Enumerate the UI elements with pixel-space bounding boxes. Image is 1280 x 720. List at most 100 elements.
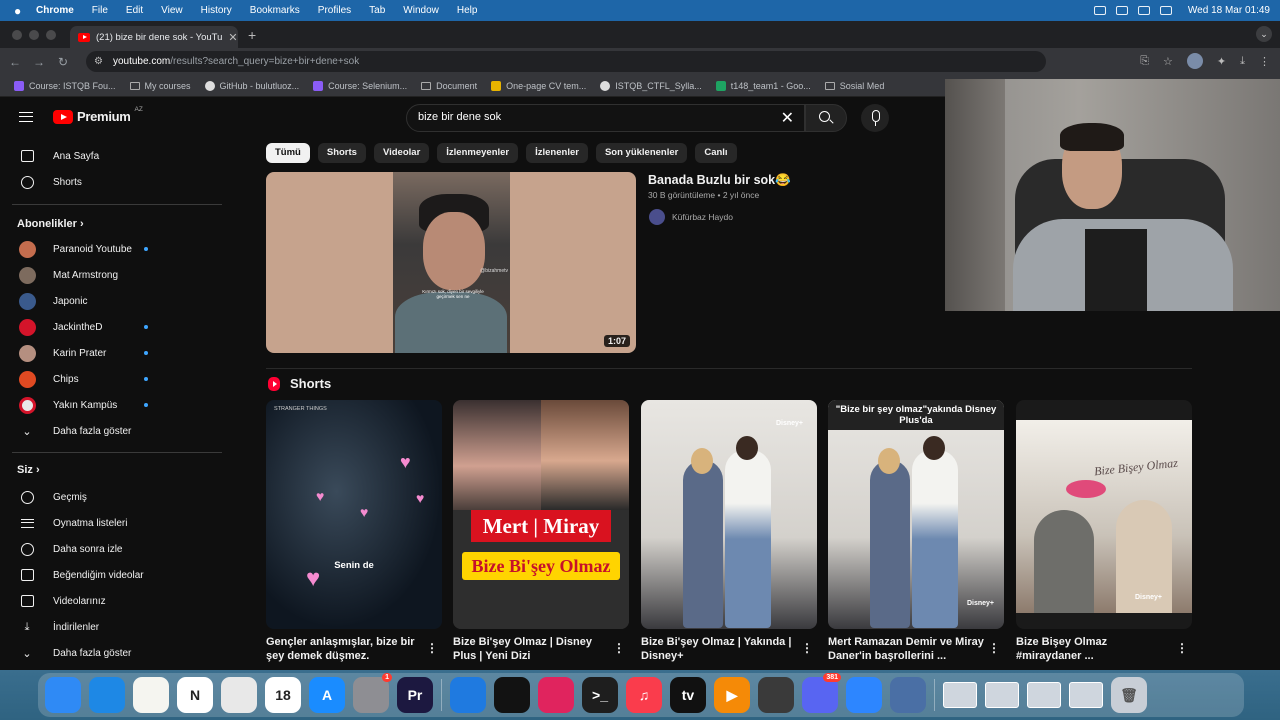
close-window-button[interactable]	[12, 29, 22, 40]
search-input[interactable]: bize bir dene sok ✕	[406, 104, 805, 132]
finder-dock-icon[interactable]	[45, 677, 81, 713]
calendar-dock-icon[interactable]: 18	[265, 677, 301, 713]
minimized-window-thumbnail[interactable]	[1069, 682, 1103, 708]
notes-dock-icon[interactable]	[133, 677, 169, 713]
discord-dock-icon[interactable]: 381	[802, 673, 841, 713]
menu-window[interactable]: Window	[403, 5, 439, 16]
obs-dock-icon[interactable]	[758, 677, 794, 713]
search-button[interactable]	[805, 104, 847, 132]
menu-file[interactable]: File	[92, 5, 108, 16]
back-button[interactable]: ←	[6, 55, 24, 69]
short-title[interactable]: Bize Bişey Olmaz #miraydaner ...	[1016, 635, 1172, 663]
bookmark-item[interactable]: Document	[421, 81, 477, 91]
sidebar-item-subscription[interactable]: JackintheD	[0, 314, 230, 340]
apple-icon[interactable]: ●	[14, 5, 26, 17]
clear-search-icon[interactable]: ✕	[781, 108, 794, 128]
chip-videos[interactable]: Videolar	[373, 143, 430, 163]
more-options-icon[interactable]: ⋮	[988, 641, 1000, 655]
short-thumbnail[interactable]: Disney+	[641, 400, 817, 629]
you-header[interactable]: Siz ›	[17, 464, 40, 476]
sidebar-item-downloads[interactable]: ⤓ İndirilenler	[0, 614, 230, 640]
bookmark-item[interactable]: ISTQB_CTFL_Sylla...	[600, 80, 702, 91]
minimized-window-thumbnail[interactable]	[943, 682, 977, 708]
disk-utility-dock-icon[interactable]	[890, 677, 926, 713]
bookmark-item[interactable]: Course: ISTQB Fou...	[14, 80, 116, 91]
system-settings-dock-icon[interactable]: 1	[353, 673, 392, 713]
menu-tab[interactable]: Tab	[369, 5, 385, 16]
chip-recently-uploaded[interactable]: Son yüklenenler	[595, 143, 688, 163]
bookmark-item[interactable]: t148_team1 - Goo...	[715, 80, 811, 91]
premiere-pro-dock-icon[interactable]: Pr	[397, 677, 433, 713]
youtube-premium-logo[interactable]: Premium AZ	[53, 106, 143, 124]
sidebar-item-watch-later[interactable]: Daha sonra izle	[0, 536, 230, 562]
chip-shorts[interactable]: Shorts	[317, 143, 366, 163]
short-title[interactable]: Gençler anlaşmışlar, bize bir şey demek …	[266, 635, 422, 663]
sidebar-item-shorts[interactable]: Shorts	[0, 169, 230, 195]
safari-dock-icon[interactable]	[89, 677, 125, 713]
music-dock-icon[interactable]: ♫	[626, 677, 662, 713]
menu-profiles[interactable]: Profiles	[318, 5, 351, 16]
short-title[interactable]: Bize Bi'şey Olmaz | Disney Plus | Yeni D…	[453, 635, 609, 663]
bookmark-item[interactable]: GitHub - bulutluoz...	[204, 80, 299, 91]
menu-bookmarks[interactable]: Bookmarks	[250, 5, 300, 16]
menu-hamburger-icon[interactable]	[19, 112, 33, 122]
minimize-window-button[interactable]	[29, 29, 39, 40]
new-tab-button[interactable]: +	[248, 27, 256, 43]
chrome-menu-icon[interactable]: ⋮	[1259, 55, 1270, 68]
notion-dock-icon[interactable]: N	[177, 677, 213, 713]
sidebar-item-subscription[interactable]: Karin Prater	[0, 340, 230, 366]
more-options-icon[interactable]: ⋮	[426, 641, 438, 655]
install-app-icon[interactable]: ⎘	[1140, 55, 1149, 68]
menu-view[interactable]: View	[161, 5, 183, 16]
proxyman-dock-icon[interactable]	[846, 677, 882, 713]
spotify-dock-icon[interactable]	[494, 677, 530, 713]
sidebar-item-liked-videos[interactable]: Beğendiğim videolar	[0, 562, 230, 588]
subscriptions-header[interactable]: Abonelikler ›	[17, 218, 84, 230]
extensions-puzzle-icon[interactable]: ✦	[1217, 55, 1226, 68]
video-channel[interactable]: Küfürbaz Haydo	[649, 209, 733, 225]
sidebar-item-your-videos[interactable]: Videolarınız	[0, 588, 230, 614]
chip-unwatched[interactable]: İzlenmeyenler	[437, 143, 519, 163]
bookmark-star-icon[interactable]: ☆	[1163, 55, 1173, 68]
status-icon[interactable]	[1093, 6, 1106, 15]
sidebar-item-history[interactable]: Geçmiş	[0, 484, 230, 510]
show-more-subscriptions[interactable]: ⌄ Daha fazla göster	[0, 418, 230, 444]
sidebar-item-subscription[interactable]: Paranoid Youtube	[0, 236, 230, 262]
address-bar[interactable]: ⚙ youtube.com/results?search_query=bize+…	[86, 51, 1046, 72]
bookmark-item[interactable]: Course: Selenium...	[313, 80, 407, 91]
minimized-window-thumbnail[interactable]	[1027, 682, 1061, 708]
video-title[interactable]: Banada Buzlu bir sok😂	[648, 173, 791, 188]
short-thumbnail[interactable]: Bize Bişey Olmaz Disney+	[1016, 400, 1192, 629]
minimized-window-thumbnail[interactable]	[985, 682, 1019, 708]
more-options-icon[interactable]: ⋮	[1176, 641, 1188, 655]
chip-watched[interactable]: İzlenenler	[526, 143, 588, 163]
downloads-icon[interactable]: ⤓	[1240, 55, 1245, 68]
menu-edit[interactable]: Edit	[126, 5, 143, 16]
short-title[interactable]: Bize Bi'şey Olmaz | Yakında | Disney+	[641, 635, 797, 663]
menubar-clock[interactable]: Wed 18 Mar 01:49	[1188, 5, 1270, 16]
forward-button[interactable]: →	[30, 55, 48, 69]
xcode-tools-dock-icon[interactable]	[450, 677, 486, 713]
show-more-you[interactable]: ⌄ Daha fazla göster	[0, 640, 230, 666]
control-center-icon[interactable]	[1159, 6, 1172, 15]
screen-recorder-dock-icon[interactable]	[538, 677, 574, 713]
menu-app-name[interactable]: Chrome	[36, 5, 74, 16]
site-info-icon[interactable]: ⚙	[94, 56, 103, 67]
infuse-dock-icon[interactable]: ▶	[714, 677, 750, 713]
extension-icon[interactable]	[1186, 53, 1203, 69]
maximize-window-button[interactable]	[46, 29, 56, 40]
short-title[interactable]: Mert Ramazan Demir ve Miray Daner'in baş…	[828, 635, 984, 663]
chip-all[interactable]: Tümü	[266, 143, 310, 163]
reload-button[interactable]: ↻	[54, 55, 72, 69]
tv-dock-icon[interactable]: tv	[670, 677, 706, 713]
sidebar-item-subscription[interactable]: Mat Armstrong	[0, 262, 230, 288]
app-store-dock-icon[interactable]: A	[309, 677, 345, 713]
short-thumbnail[interactable]: STRANGER THINGS ♥ ♥ ♥ ♥ ♥ Senin de	[266, 400, 442, 629]
chip-live[interactable]: Canlı	[695, 143, 737, 163]
bookmark-item[interactable]: My courses	[129, 81, 191, 91]
menu-history[interactable]: History	[201, 5, 232, 16]
menu-help[interactable]: Help	[457, 5, 478, 16]
short-thumbnail[interactable]: Mert | Miray Bize Bi'şey Olmaz	[453, 400, 629, 629]
sidebar-item-subscription[interactable]: Japonic	[0, 288, 230, 314]
short-thumbnail[interactable]: "Bize bir şey olmaz"yakında Disney Plus'…	[828, 400, 1004, 629]
